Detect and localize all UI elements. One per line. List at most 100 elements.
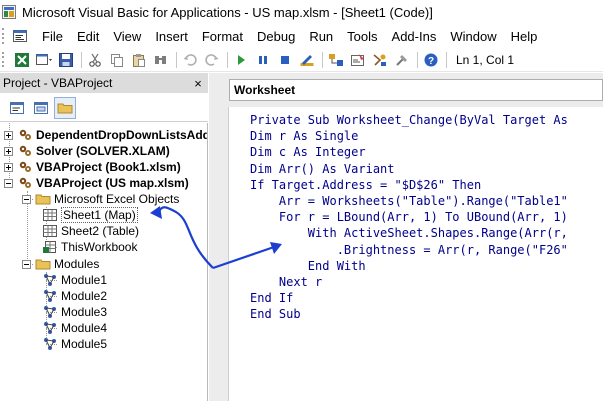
toolbox-icon[interactable] — [392, 50, 412, 70]
code-line[interactable]: Dim r As Single — [250, 128, 603, 144]
menu-help[interactable]: Help — [504, 29, 545, 44]
expand-plus-icon[interactable] — [4, 162, 13, 172]
code-line[interactable]: Next r — [250, 274, 603, 290]
undo-icon[interactable] — [180, 50, 200, 70]
tree-item[interactable]: Module1 — [42, 272, 107, 288]
tree-item[interactable]: Microsoft Excel Objects — [22, 191, 179, 207]
tree-item-label: Module3 — [61, 305, 108, 319]
project-explorer-toolbar — [0, 94, 208, 122]
vbaproject-icon — [17, 159, 33, 175]
code-line[interactable]: .Brightness = Arr(r, Range("F26" — [250, 242, 603, 258]
cut-icon[interactable] — [85, 50, 105, 70]
standard-toolbar: ? Ln 1, Col 1 — [0, 48, 603, 72]
menu-run[interactable]: Run — [302, 29, 340, 44]
tree-item-label: Module4 — [61, 321, 108, 335]
view-excel-icon[interactable] — [12, 50, 32, 70]
redo-icon[interactable] — [202, 50, 222, 70]
save-icon[interactable] — [56, 50, 76, 70]
insert-userform-icon[interactable] — [34, 50, 54, 70]
menu-addins[interactable]: Add-Ins — [385, 29, 444, 44]
tree-item[interactable]: VBAProject (US map.xlsm) — [4, 175, 189, 191]
code-line[interactable]: End With — [250, 258, 603, 274]
code-line[interactable]: End If — [250, 290, 603, 306]
code-editor[interactable]: Private Sub Worksheet_Change(ByVal Targe… — [209, 107, 603, 401]
code-line[interactable]: With ActiveSheet.Shapes.Range(Arr(r, — [250, 225, 603, 241]
code-lines: Private Sub Worksheet_Change(ByVal Targe… — [250, 112, 603, 322]
code-token: Next r — [250, 274, 323, 289]
tree-item-label: Solver (SOLVER.XLAM) — [36, 144, 170, 158]
find-icon[interactable] — [151, 50, 171, 70]
vbaproject-icon — [17, 175, 33, 191]
tree-item[interactable]: ThisWorkbook — [42, 239, 137, 255]
copy-icon[interactable] — [107, 50, 127, 70]
view-code-button[interactable] — [6, 97, 28, 119]
menu-insert[interactable]: Insert — [148, 29, 195, 44]
help-icon[interactable]: ? — [421, 50, 441, 70]
worksheet-icon — [42, 207, 58, 223]
code-token: Dim r As Single — [250, 129, 359, 144]
properties-window-icon[interactable] — [348, 50, 368, 70]
tree-item[interactable]: Modules — [22, 256, 99, 272]
paste-icon[interactable] — [129, 50, 149, 70]
tree-item[interactable]: Module3 — [42, 304, 107, 320]
expand-plus-icon[interactable] — [4, 146, 13, 156]
code-line[interactable]: Arr = Worksheets("Table").Range("Table1" — [250, 193, 603, 209]
tree-item[interactable]: Module2 — [42, 288, 107, 304]
menu-debug[interactable]: Debug — [250, 29, 302, 44]
project-explorer-icon[interactable] — [326, 50, 346, 70]
collapse-minus-icon[interactable] — [22, 194, 31, 204]
code-line[interactable]: If Target.Address = "$D$26" Then — [250, 177, 603, 193]
toggle-folders-button[interactable] — [54, 96, 76, 119]
object-dropdown[interactable]: Worksheet — [229, 79, 603, 101]
run-icon[interactable] — [231, 50, 251, 70]
code-line[interactable]: Private Sub Worksheet_Change(ByVal Targe… — [250, 112, 603, 128]
tree-item-label: Sheet2 (Table) — [61, 224, 140, 238]
close-icon[interactable]: × — [190, 75, 206, 91]
menu-tools[interactable]: Tools — [340, 29, 384, 44]
toolbar-separator — [446, 51, 447, 68]
workbook-icon — [42, 239, 58, 255]
collapse-minus-icon[interactable] — [22, 259, 31, 269]
tree-item-label: Microsoft Excel Objects — [54, 192, 180, 206]
tree-item[interactable]: DependentDropDownListsAdd — [4, 127, 207, 143]
design-mode-icon[interactable] — [297, 50, 317, 70]
tree-item[interactable]: Sheet1 (Map) — [42, 207, 138, 223]
code-token: Arr = Worksheets("Table").Range("Table1" — [250, 193, 568, 208]
code-line[interactable]: For r = LBound(Arr, 1) To UBound(Arr, 1) — [250, 209, 603, 225]
code-margin-indicator-bar[interactable] — [209, 107, 229, 401]
menu-format[interactable]: Format — [195, 29, 250, 44]
reset-icon[interactable] — [275, 50, 295, 70]
object-browser-icon[interactable] — [370, 50, 390, 70]
tree-item-label: VBAProject (Book1.xlsm) — [36, 160, 181, 174]
tree-item-label: Modules — [54, 257, 100, 271]
break-icon[interactable] — [253, 50, 273, 70]
code-line[interactable]: End Sub — [250, 306, 603, 322]
code-window-icon[interactable] — [12, 28, 28, 44]
code-line[interactable]: Dim Arr() As Variant — [250, 161, 603, 177]
tree-item[interactable]: Module5 — [42, 336, 107, 352]
collapse-minus-icon[interactable] — [4, 178, 13, 188]
menu-grip-handle[interactable] — [2, 28, 8, 44]
expand-plus-icon[interactable] — [4, 130, 13, 140]
tree-item[interactable]: VBAProject (Book1.xlsm) — [4, 159, 181, 175]
tree-item[interactable]: Sheet2 (Table) — [42, 223, 139, 239]
code-line[interactable]: Dim c As Integer — [250, 144, 603, 160]
tree-item[interactable]: Solver (SOLVER.XLAM) — [4, 143, 170, 159]
vbaproject-icon — [17, 127, 33, 143]
title-bar: Microsoft Visual Basic for Applications … — [0, 0, 603, 24]
project-explorer-title: Project - VBAProject — [3, 76, 113, 90]
folder-icon — [35, 256, 51, 272]
menu-file[interactable]: File — [35, 29, 70, 44]
module-icon — [42, 304, 58, 320]
project-explorer-header: Project - VBAProject × — [0, 73, 208, 93]
menu-window[interactable]: Window — [443, 29, 503, 44]
module-icon — [42, 272, 58, 288]
menu-edit[interactable]: Edit — [70, 29, 106, 44]
cursor-position-readout: Ln 1, Col 1 — [456, 52, 515, 67]
tree-item[interactable]: Module4 — [42, 320, 107, 336]
vba-app-icon[interactable] — [2, 5, 16, 19]
view-object-button[interactable] — [30, 97, 52, 119]
toolbar-grip-handle[interactable] — [2, 51, 8, 68]
menu-view[interactable]: View — [106, 29, 148, 44]
project-tree[interactable]: DependentDropDownListsAdd Solver (SOLVER.… — [0, 123, 208, 401]
